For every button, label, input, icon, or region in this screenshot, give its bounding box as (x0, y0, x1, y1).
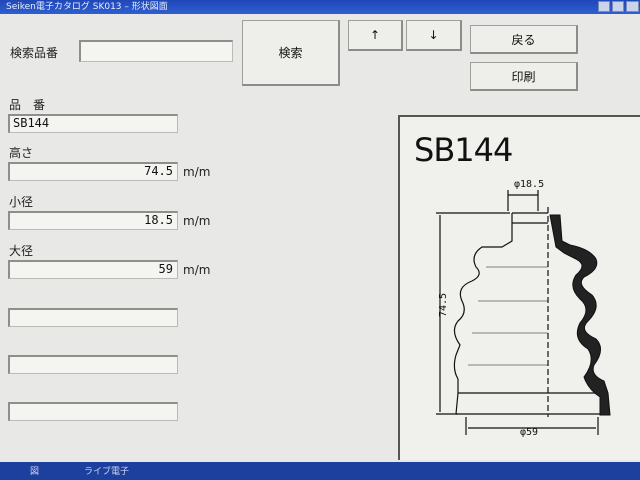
down-button[interactable]: ↓ (406, 20, 462, 51)
back-button[interactable]: 戻る (470, 25, 578, 54)
maximize-button[interactable] (612, 1, 624, 12)
height-field[interactable]: 74.5 (8, 162, 178, 181)
taskbar: 図 ライブ電子 (0, 462, 640, 480)
taskbar-item-2[interactable]: ライブ電子 (84, 464, 129, 477)
large-diameter-unit: m/m (183, 263, 211, 277)
drawing-panel: SB144 φ18.5 74.5 φ59 (398, 115, 640, 460)
part-number-label: 品 番 (9, 98, 46, 112)
height-dimension: 74.5 (438, 293, 449, 317)
small-diameter-dimension: φ18.5 (514, 179, 544, 190)
large-diameter-label: 大径 (9, 244, 34, 258)
minimize-button[interactable] (598, 1, 610, 12)
small-diameter-field[interactable]: 18.5 (8, 211, 178, 230)
search-button[interactable]: 検索 (242, 20, 340, 86)
blank-field-3[interactable] (8, 402, 178, 421)
search-input[interactable] (79, 40, 233, 62)
small-diameter-label: 小径 (9, 195, 34, 209)
large-diameter-field[interactable]: 59 (8, 260, 178, 279)
window-title-bar: Seiken電子カタログ SK013 – 形状図面 (0, 0, 640, 14)
height-label: 高さ (9, 146, 34, 160)
small-diameter-unit: m/m (183, 214, 211, 228)
search-label: 検索品番 (10, 46, 59, 60)
up-button[interactable]: ↑ (348, 20, 403, 51)
close-button[interactable] (626, 1, 639, 12)
taskbar-item-1[interactable]: 図 (30, 464, 39, 477)
large-diameter-dimension: φ59 (520, 427, 538, 438)
print-button[interactable]: 印刷 (470, 62, 578, 91)
blank-field-2[interactable] (8, 355, 178, 374)
window-title: Seiken電子カタログ SK013 – 形状図面 (6, 2, 168, 12)
blank-field-1[interactable] (8, 308, 178, 327)
boot-drawing: φ18.5 74.5 φ59 (436, 179, 611, 438)
height-unit: m/m (183, 165, 211, 179)
part-number-field[interactable]: SB144 (8, 114, 178, 133)
